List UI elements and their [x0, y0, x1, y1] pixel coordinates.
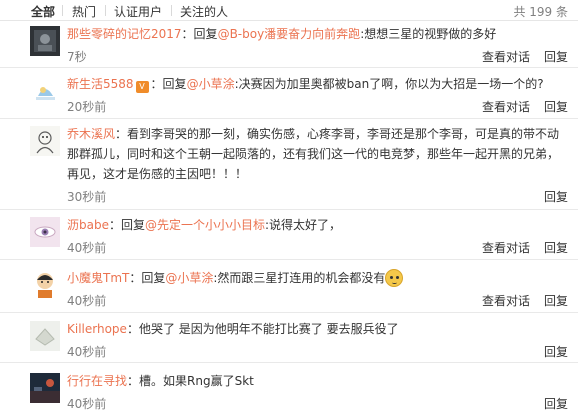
comment-time: 40秒前 — [67, 241, 107, 255]
comment-item: 小魔鬼TmT：回复@小草涂:然而跟三星打连用的机会都没有 40秒前 查看对话 回复 — [0, 260, 578, 313]
reply-link[interactable]: 回复 — [544, 100, 568, 114]
cat-emoji-icon — [385, 269, 404, 287]
tab-divider — [62, 5, 63, 16]
reply-prefix: ：回复 — [129, 271, 166, 285]
avatar[interactable] — [30, 373, 60, 403]
comment-item: 新生活5588 V ：回复@小草涂:决赛因为加里奥都被ban了啊，你以为大招是一场一… — [0, 68, 578, 119]
avatar[interactable] — [30, 126, 60, 156]
comment-time: 40秒前 — [67, 345, 107, 359]
view-conversation-link[interactable]: 查看对话 — [482, 241, 530, 255]
reply-link[interactable]: 回复 — [544, 397, 568, 411]
comment-text: 新生活5588 V ：回复@小草涂:决赛因为加里奥都被ban了啊，你以为大招是一场一… — [67, 74, 568, 94]
comment-time: 40秒前 — [67, 397, 107, 411]
comment-body: ：他哭了 是因为他明年不能打比赛了 要去服兵役了 — [126, 322, 399, 336]
comment-time: 7秒 — [67, 50, 87, 64]
comment-username[interactable]: 小魔鬼TmT — [67, 271, 129, 285]
comment-text: 行行在寻找：槽。如果Rng赢了Skt — [67, 371, 568, 391]
tab-divider — [105, 5, 106, 16]
tab-following[interactable]: 关注的人 — [180, 3, 228, 20]
reply-prefix: ：回复 — [108, 218, 145, 232]
mention-link[interactable]: @小草涂 — [165, 271, 213, 285]
comment-time: 40秒前 — [67, 294, 107, 308]
comment-actions: 回复 — [530, 343, 568, 360]
comment-item: 乔木溪风：看到李哥哭的那一刻，确实伤感，心疼李哥，李哥还是那个李哥，可是真的带不… — [0, 119, 578, 210]
reply-link[interactable]: 回复 — [544, 190, 568, 204]
comment-item: Killerhope：他哭了 是因为他明年不能打比赛了 要去服兵役了 40秒前 … — [0, 313, 578, 363]
comment-body: :说得太好了， — [265, 218, 342, 232]
comment-username[interactable]: 沥babe — [67, 218, 109, 232]
comment-username[interactable]: 乔木溪风 — [67, 127, 115, 141]
comment-text: 那些零碎的记忆2017：回复@B-boy潘要奋力向前奔跑:想想三星的视野做的多好 — [67, 24, 568, 44]
comment-text: Killerhope：他哭了 是因为他明年不能打比赛了 要去服兵役了 — [67, 319, 568, 339]
comment-actions: 查看对话 回复 — [468, 98, 568, 115]
comment-body: :然而跟三星打连用的机会都没有 — [213, 271, 386, 285]
comment-time: 20秒前 — [67, 100, 107, 114]
tab-all[interactable]: 全部 — [31, 3, 55, 20]
tab-divider — [171, 5, 172, 16]
comment-time: 30秒前 — [67, 190, 107, 204]
comment-count: 共 199 条 — [513, 5, 568, 19]
comment-actions: 查看对话 回复 — [468, 239, 568, 256]
comment-item: 行行在寻找：槽。如果Rng赢了Skt 40秒前 回复 — [0, 363, 578, 413]
reply-prefix: ：回复 — [181, 27, 218, 41]
comment-actions: 回复 — [530, 188, 568, 205]
reply-link[interactable]: 回复 — [544, 345, 568, 359]
comment-text: 沥babe：回复@先定一个小小小目标:说得太好了， — [67, 215, 568, 235]
avatar[interactable] — [30, 76, 60, 106]
reply-link[interactable]: 回复 — [544, 50, 568, 64]
view-conversation-link[interactable]: 查看对话 — [482, 100, 530, 114]
tab-hot[interactable]: 热门 — [72, 3, 96, 20]
mention-link[interactable]: @先定一个小小小目标 — [145, 218, 265, 232]
comment-body: ：看到李哥哭的那一刻，确实伤感，心疼李哥，李哥还是那个李哥，可是真的带不动那群孤… — [67, 127, 560, 181]
comment-body: :想想三星的视野做的多好 — [360, 27, 497, 41]
avatar[interactable] — [30, 268, 60, 298]
avatar[interactable] — [30, 217, 60, 247]
comment-item: 沥babe：回复@先定一个小小小目标:说得太好了， 40秒前 查看对话 回复 — [0, 210, 578, 260]
comment-username[interactable]: 行行在寻找 — [67, 374, 127, 388]
comment-actions: 查看对话 回复 — [468, 292, 568, 309]
reply-link[interactable]: 回复 — [544, 241, 568, 255]
reply-link[interactable]: 回复 — [544, 294, 568, 308]
comment-body: :决赛因为加里奥都被ban了啊，你以为大招是一场一个的? — [234, 77, 544, 91]
avatar[interactable] — [30, 321, 60, 351]
comment-actions: 回复 — [530, 395, 568, 412]
comment-item: 那些零碎的记忆2017：回复@B-boy潘要奋力向前奔跑:想想三星的视野做的多好… — [0, 21, 578, 68]
vip-badge-icon: V — [135, 81, 149, 93]
avatar[interactable] — [30, 26, 60, 56]
comment-username[interactable]: 新生活5588 — [67, 77, 134, 91]
view-conversation-link[interactable]: 查看对话 — [482, 294, 530, 308]
comment-username[interactable]: 那些零碎的记忆2017 — [67, 27, 182, 41]
mention-link[interactable]: @B-boy潘要奋力向前奔跑 — [218, 27, 361, 41]
view-conversation-link[interactable]: 查看对话 — [482, 50, 530, 64]
tab-verified[interactable]: 认证用户 — [114, 3, 162, 20]
reply-prefix: ：回复 — [150, 77, 187, 91]
mention-link[interactable]: @小草涂 — [187, 77, 235, 91]
comment-filter-tabs: 全部 热门 认证用户 关注的人 共 199 条 — [0, 0, 578, 21]
comment-text: 乔木溪风：看到李哥哭的那一刻，确实伤感，心疼李哥，李哥还是那个李哥，可是真的带不… — [67, 124, 568, 184]
comment-text: 小魔鬼TmT：回复@小草涂:然而跟三星打连用的机会都没有 — [67, 268, 568, 288]
comment-body: ：槽。如果Rng赢了Skt — [127, 374, 254, 388]
comment-username[interactable]: Killerhope — [67, 322, 127, 336]
comment-actions: 查看对话 回复 — [468, 48, 568, 65]
